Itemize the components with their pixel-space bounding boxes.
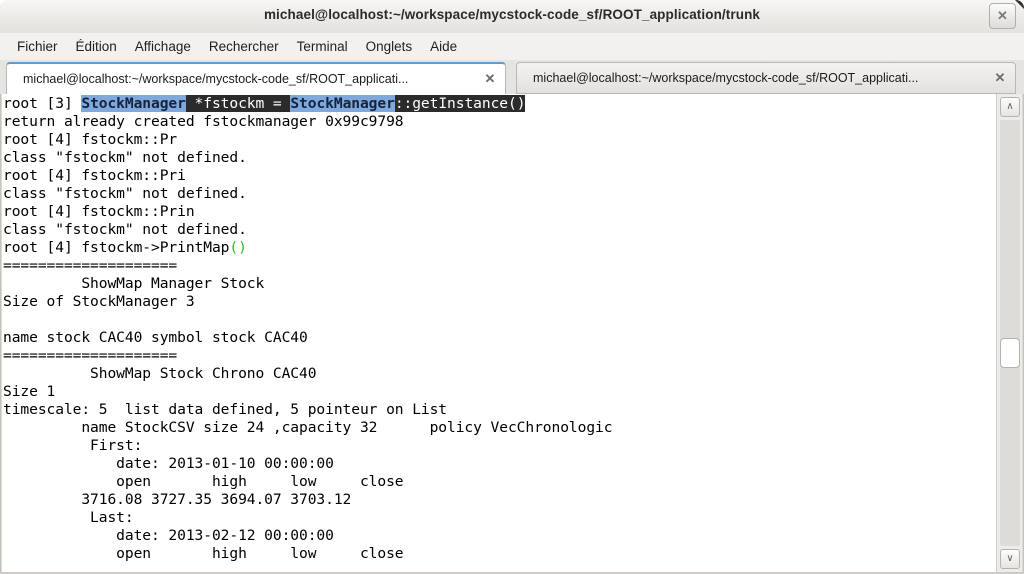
terminal-output-line-2: Size of StockManager 3 xyxy=(3,293,195,310)
menu-item-onglets[interactable]: Onglets xyxy=(357,36,422,57)
terminal-output-line-0: ==================== xyxy=(3,257,178,274)
terminal-output-line-4: name stock CAC40 symbol stock CAC40 xyxy=(3,329,308,346)
prompt-prefix: root [3] xyxy=(3,95,82,112)
window-close-button[interactable]: ✕ xyxy=(989,3,1016,29)
printmap-prefix: root [4] fstockm->PrintMap xyxy=(3,239,230,256)
window-title: michael@localhost:~/workspace/mycstock-c… xyxy=(263,7,761,22)
tab-1-label: michael@localhost:~/workspace/mycstock-c… xyxy=(533,71,919,85)
terminal-output-line-12: open high low close xyxy=(3,473,404,490)
menu-item-fichier[interactable]: Fichier xyxy=(8,36,67,57)
terminal-output-line-8: timescale: 5 list data defined, 5 pointe… xyxy=(3,401,448,418)
menu-item-rechercher[interactable]: Rechercher xyxy=(200,36,288,57)
tab-0-label: michael@localhost:~/workspace/mycstock-c… xyxy=(23,72,409,86)
terminal-output-line-7: Size 1 xyxy=(3,383,56,400)
terminal-output-line-11: date: 2013-01-10 00:00:00 xyxy=(3,455,334,472)
tab-0-close-icon[interactable]: ✕ xyxy=(475,71,505,87)
scrollbar-track[interactable] xyxy=(1000,120,1020,546)
terminal-output-area[interactable]: root [3] StockManager *fstockm = StockMa… xyxy=(2,94,996,572)
terminal-prompt-line: root [3] StockManager *fstockm = StockMa… xyxy=(3,95,612,113)
tab-1[interactable]: michael@localhost:~/workspace/mycstock-c… xyxy=(516,62,1016,94)
menu-items: Fichier Édition Affichage Rechercher Termina… xyxy=(8,33,466,60)
terminal-line-5: root [4] fstockm::Prin xyxy=(3,203,195,220)
terminal-output-line-6: ShowMap Stock Chrono CAC40 xyxy=(3,365,317,382)
terminal-output-line-14: Last: xyxy=(3,509,134,526)
terminal-line-2: class "fstockm" not defined. xyxy=(3,149,247,166)
scrollbar-up-button[interactable]: ∧ xyxy=(1000,97,1020,117)
menu-bar: Fichier Édition Affichage Rechercher Termina… xyxy=(0,33,1024,60)
close-icon: ✕ xyxy=(997,8,1008,23)
terminal-line-0: return already created fstockmanager 0x9… xyxy=(3,113,404,130)
prompt-token-1: *fstockm = xyxy=(185,95,291,112)
prompt-token-3: ::getInstance() xyxy=(394,95,526,112)
tab-0[interactable]: michael@localhost:~/workspace/mycstock-c… xyxy=(6,62,506,94)
terminal-output-line-13: 3716.08 3727.35 3694.07 3703.12 xyxy=(3,491,352,508)
terminal-output-line-1: ShowMap Manager Stock xyxy=(3,275,265,292)
prompt-token-2: StockManager xyxy=(290,95,395,112)
prompt-token-0: StockManager xyxy=(81,95,186,112)
menu-item-terminal[interactable]: Terminal xyxy=(288,36,357,57)
terminal-output-line-5: ==================== xyxy=(3,347,178,364)
terminal-line-4: class "fstockm" not defined. xyxy=(3,185,247,202)
title-bar: michael@localhost:~/workspace/mycstock-c… xyxy=(0,0,1024,33)
menu-item-aide[interactable]: Aide xyxy=(421,36,466,57)
chevron-down-icon: ∨ xyxy=(1006,553,1014,564)
terminal-printmap-line: root [4] fstockm->PrintMap() xyxy=(3,239,612,257)
tab-1-close-icon[interactable]: ✕ xyxy=(985,70,1015,86)
terminal-output-line-15: date: 2013-02-12 00:00:00 xyxy=(3,527,334,544)
tab-bar: michael@localhost:~/workspace/mycstock-c… xyxy=(0,60,1024,94)
scrollbar-thumb[interactable] xyxy=(1000,338,1020,368)
printmap-parens: () xyxy=(229,239,247,256)
menu-item--dition[interactable]: Édition xyxy=(67,36,126,57)
terminal-output-line-10: First: xyxy=(3,437,143,454)
scrollbar-down-button[interactable]: ∨ xyxy=(1000,549,1020,569)
terminal-output-line-9: name StockCSV size 24 ,capacity 32 polic… xyxy=(3,419,613,436)
terminal-line-1: root [4] fstockm::Pr xyxy=(3,131,178,148)
terminal-scrollbar[interactable]: ∧ ∨ xyxy=(996,94,1022,572)
terminal-output-line-3 xyxy=(3,311,612,329)
terminal-lines: root [3] StockManager *fstockm = StockMa… xyxy=(3,95,613,563)
menu-item-affichage[interactable]: Affichage xyxy=(126,36,200,57)
terminal-output-line-16: open high low close xyxy=(3,545,404,562)
chevron-up-icon: ∧ xyxy=(1006,101,1014,112)
terminal-line-6: class "fstockm" not defined. xyxy=(3,221,247,238)
terminal-window: michael@localhost:~/workspace/mycstock-c… xyxy=(0,0,1024,574)
terminal-line-3: root [4] fstockm::Pri xyxy=(3,167,186,184)
